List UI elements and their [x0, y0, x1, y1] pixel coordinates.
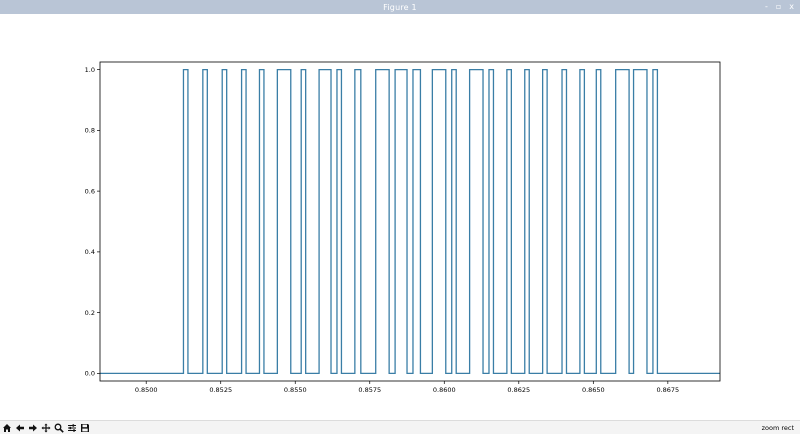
- x-tick-label: 0.8500: [135, 386, 158, 394]
- x-tick-label: 0.8575: [358, 386, 381, 394]
- forward-icon[interactable]: [27, 422, 39, 434]
- y-tick-label: 0.0: [85, 370, 95, 378]
- signal-series-line: [100, 68, 720, 375]
- axes-frame: [99, 61, 721, 382]
- y-tick-label: 0.4: [85, 248, 95, 256]
- close-button[interactable]: x: [789, 0, 794, 14]
- minimize-button[interactable]: -: [765, 0, 768, 14]
- save-icon[interactable]: [79, 422, 91, 434]
- x-tick-label: 0.8625: [507, 386, 530, 394]
- pan-icon[interactable]: [40, 422, 52, 434]
- window-titlebar: Figure 1 - ▫ x: [0, 0, 800, 14]
- navigation-toolbar: zoom rect: [0, 420, 800, 434]
- x-tick-label: 0.8550: [284, 386, 307, 394]
- x-tick-label: 0.8525: [209, 386, 232, 394]
- y-tick-label: 0.6: [85, 187, 95, 195]
- x-tick-label: 0.8600: [433, 386, 456, 394]
- window-controls: - ▫ x: [765, 0, 794, 14]
- zoom-icon[interactable]: [53, 422, 65, 434]
- y-tick-label: 0.2: [85, 309, 95, 317]
- toolbar-status: zoom rect: [761, 424, 794, 432]
- window-title: Figure 1: [383, 2, 417, 12]
- figure-canvas: 0.8500 0.8525 0.8550 0.8575 0.8600 0.8625 0.86…: [0, 14, 800, 420]
- y-tick-label: 0.8: [85, 127, 95, 135]
- x-tick-label: 0.8650: [582, 386, 605, 394]
- maximize-button[interactable]: ▫: [776, 0, 781, 14]
- configure-subplots-icon[interactable]: [66, 422, 78, 434]
- y-tick-label: 1.0: [85, 66, 95, 74]
- home-icon[interactable]: [1, 422, 13, 434]
- x-tick-label: 0.8675: [656, 386, 679, 394]
- back-icon[interactable]: [14, 422, 26, 434]
- plot-area[interactable]: 0.8500 0.8525 0.8550 0.8575 0.8600 0.8625 0.86…: [0, 14, 800, 420]
